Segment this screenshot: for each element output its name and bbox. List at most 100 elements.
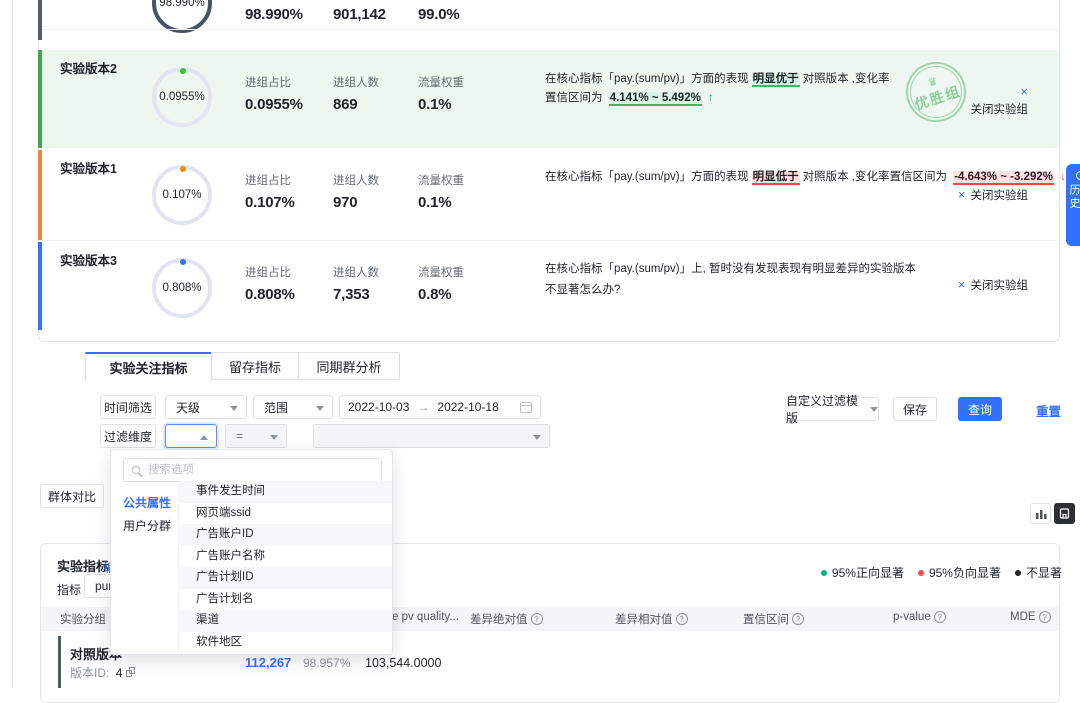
desc-mid: 对照版本 ,变化率置信区间为 — [803, 171, 947, 183]
header-label: 差异绝对值 — [470, 611, 528, 627]
time-filter-label: 时间筛选 — [100, 395, 156, 419]
neutral-close-group-button[interactable]: × 关闭实验组 — [958, 277, 1028, 293]
dimension-select-open[interactable] — [165, 424, 217, 448]
loser-weight-value: 0.1% — [418, 194, 451, 211]
range-type-select[interactable]: 范围 — [253, 395, 333, 419]
side-tab-label: 实验操作历史 — [1068, 184, 1080, 246]
header-metric-partial: e pv quality... — [392, 611, 459, 623]
ratio-label: 进组占比 — [245, 172, 291, 188]
gauge-dot — [180, 68, 186, 74]
ratio-label: 进组占比 — [245, 264, 291, 280]
granularity-value: 天级 — [176, 399, 200, 416]
option-web-ssid[interactable]: 网页端ssid — [178, 503, 392, 525]
version-id-label: 版本ID: — [70, 666, 109, 680]
header-mde: MDE ? — [1010, 611, 1051, 623]
calendar-icon[interactable] — [520, 402, 532, 413]
verdict-worse: 明显低于 — [752, 171, 800, 185]
date-start-value[interactable]: 2022-10-03 — [348, 400, 409, 414]
tab-cohort-analysis[interactable]: 同期群分析 — [298, 352, 400, 380]
close-label[interactable]: 关闭实验组 — [971, 280, 1029, 292]
close-icon[interactable]: × — [958, 277, 966, 292]
table-row-rate: 98.957% — [303, 656, 350, 670]
template-button-label: 自定义过滤模版 — [786, 392, 865, 426]
help-icon[interactable]: ? — [934, 611, 946, 623]
chevron-down-icon — [870, 407, 878, 412]
reset-button[interactable]: 重置 — [1036, 401, 1061, 420]
winner-description: 在核心指标「pay.(sum/pv)」方面的表现明显优于对照版本 ,变化率置信区… — [545, 70, 897, 108]
tab-experiment-metrics[interactable]: 实验关注指标 — [85, 352, 212, 380]
legend-neutral-label: 不显著 — [1026, 564, 1062, 581]
control-gauge-value: 98.990% — [159, 0, 204, 9]
control-version-color-bar — [38, 0, 42, 40]
count-label: 进组人数 — [333, 264, 379, 280]
neutral-weight-value: 0.8% — [418, 286, 451, 303]
count-label: 进组人数 — [333, 74, 379, 90]
help-icon[interactable]: ? — [792, 613, 804, 625]
date-end-value[interactable]: 2022-10-18 — [437, 400, 498, 414]
help-icon[interactable]: ? — [676, 613, 688, 625]
tab-retention-metrics[interactable]: 留存指标 — [211, 352, 299, 380]
chevron-down-icon — [533, 435, 541, 440]
option-ad-account-id[interactable]: 广告账户ID — [178, 524, 392, 546]
control-count-value[interactable]: 901,142 — [333, 6, 386, 23]
query-button[interactable]: 查询 — [958, 397, 1002, 421]
option-software-region[interactable]: 软件地区 — [178, 632, 392, 654]
search-icon — [132, 466, 140, 474]
desc-prefix: 在核心指标「pay.(sum/pv)」方面的表现 — [545, 73, 749, 85]
winner-gauge-value: 0.0955% — [159, 91, 204, 103]
control-ratio-value: 98.990% — [245, 6, 303, 23]
date-range-picker[interactable]: 2022-10-03 → 2022-10-18 — [339, 395, 541, 419]
operator-select[interactable]: = — [225, 424, 287, 448]
version-id-value: 4 — [116, 666, 123, 680]
table-row-metric-value: 103,544.0000 — [365, 656, 441, 670]
option-ad-plan-name[interactable]: 广告计划名 — [178, 589, 392, 611]
cohort-compare-button[interactable]: 群体对比 — [40, 484, 104, 508]
crown-icon: ♛ — [927, 76, 940, 90]
close-icon[interactable]: × — [958, 187, 966, 202]
neutral-count-value[interactable]: 7,353 — [333, 286, 370, 303]
category-user-segments[interactable]: 用户分群 — [123, 517, 171, 534]
option-ad-account-name[interactable]: 广告账户名称 — [178, 546, 392, 568]
close-icon[interactable]: × — [1020, 84, 1028, 99]
option-event-time[interactable]: 事件发生时间 — [178, 481, 392, 503]
winner-close-group-button[interactable]: 关闭实验组 — [971, 101, 1029, 117]
option-channel[interactable]: 渠道 — [178, 610, 392, 632]
header-label: MDE — [1010, 611, 1036, 623]
neutral-gauge-value: 0.808% — [162, 282, 201, 294]
dimension-value-select[interactable] — [313, 424, 550, 448]
experiment-history-side-tab[interactable]: 实验操作历史 — [1066, 164, 1080, 246]
loser-close-group-button[interactable]: × 关闭实验组 — [958, 187, 1028, 203]
save-button[interactable]: 保存 — [893, 397, 937, 421]
copy-icon[interactable] — [126, 667, 136, 678]
chevron-down-icon — [316, 406, 324, 411]
winner-version-gauge: 0.0955% — [152, 67, 212, 127]
granularity-select[interactable]: 天级 — [165, 395, 247, 419]
weight-label: 流量权重 — [418, 74, 464, 90]
help-icon[interactable]: ? — [1039, 611, 1051, 623]
table-view-toggle-active[interactable] — [1054, 503, 1075, 524]
verdict-better: 明显优于 — [752, 73, 800, 87]
option-ad-plan-id[interactable]: 广告计划ID — [178, 567, 392, 589]
help-icon[interactable]: ? — [531, 613, 543, 625]
winner-count-value[interactable]: 869 — [333, 96, 357, 113]
neutral-description: 在核心指标「pay.(sum/pv)」上, 暂时没有发现表现有明显差异的实验版本 — [545, 260, 965, 279]
neutral-version-color-bar — [38, 242, 42, 330]
weight-label: 流量权重 — [418, 264, 464, 280]
legend-positive: 95%正向显著 — [821, 564, 904, 581]
dropdown-search-input[interactable] — [146, 463, 373, 477]
legend-neutral: 不显著 — [1015, 564, 1062, 581]
table-row-count[interactable]: 112,267 — [245, 655, 291, 670]
chart-view-toggle[interactable] — [1030, 503, 1051, 524]
custom-filter-template-button[interactable]: 自定义过滤模版 — [785, 397, 879, 421]
not-significant-help-link[interactable]: 不显著怎么办? — [545, 281, 620, 300]
chevron-up-icon — [200, 435, 208, 440]
header-label: 差异相对值 — [615, 611, 673, 627]
loser-ratio-value: 0.107% — [245, 194, 295, 211]
category-public-attributes[interactable]: 公共属性 — [123, 494, 171, 511]
metric-select-label: 指标 — [57, 581, 81, 598]
loser-count-value[interactable]: 970 — [333, 194, 357, 211]
winner-stamp-label: 优胜组 — [912, 80, 964, 114]
dropdown-search-box[interactable] — [123, 458, 382, 482]
close-label[interactable]: 关闭实验组 — [971, 190, 1029, 202]
winner-weight-value: 0.1% — [418, 96, 451, 113]
